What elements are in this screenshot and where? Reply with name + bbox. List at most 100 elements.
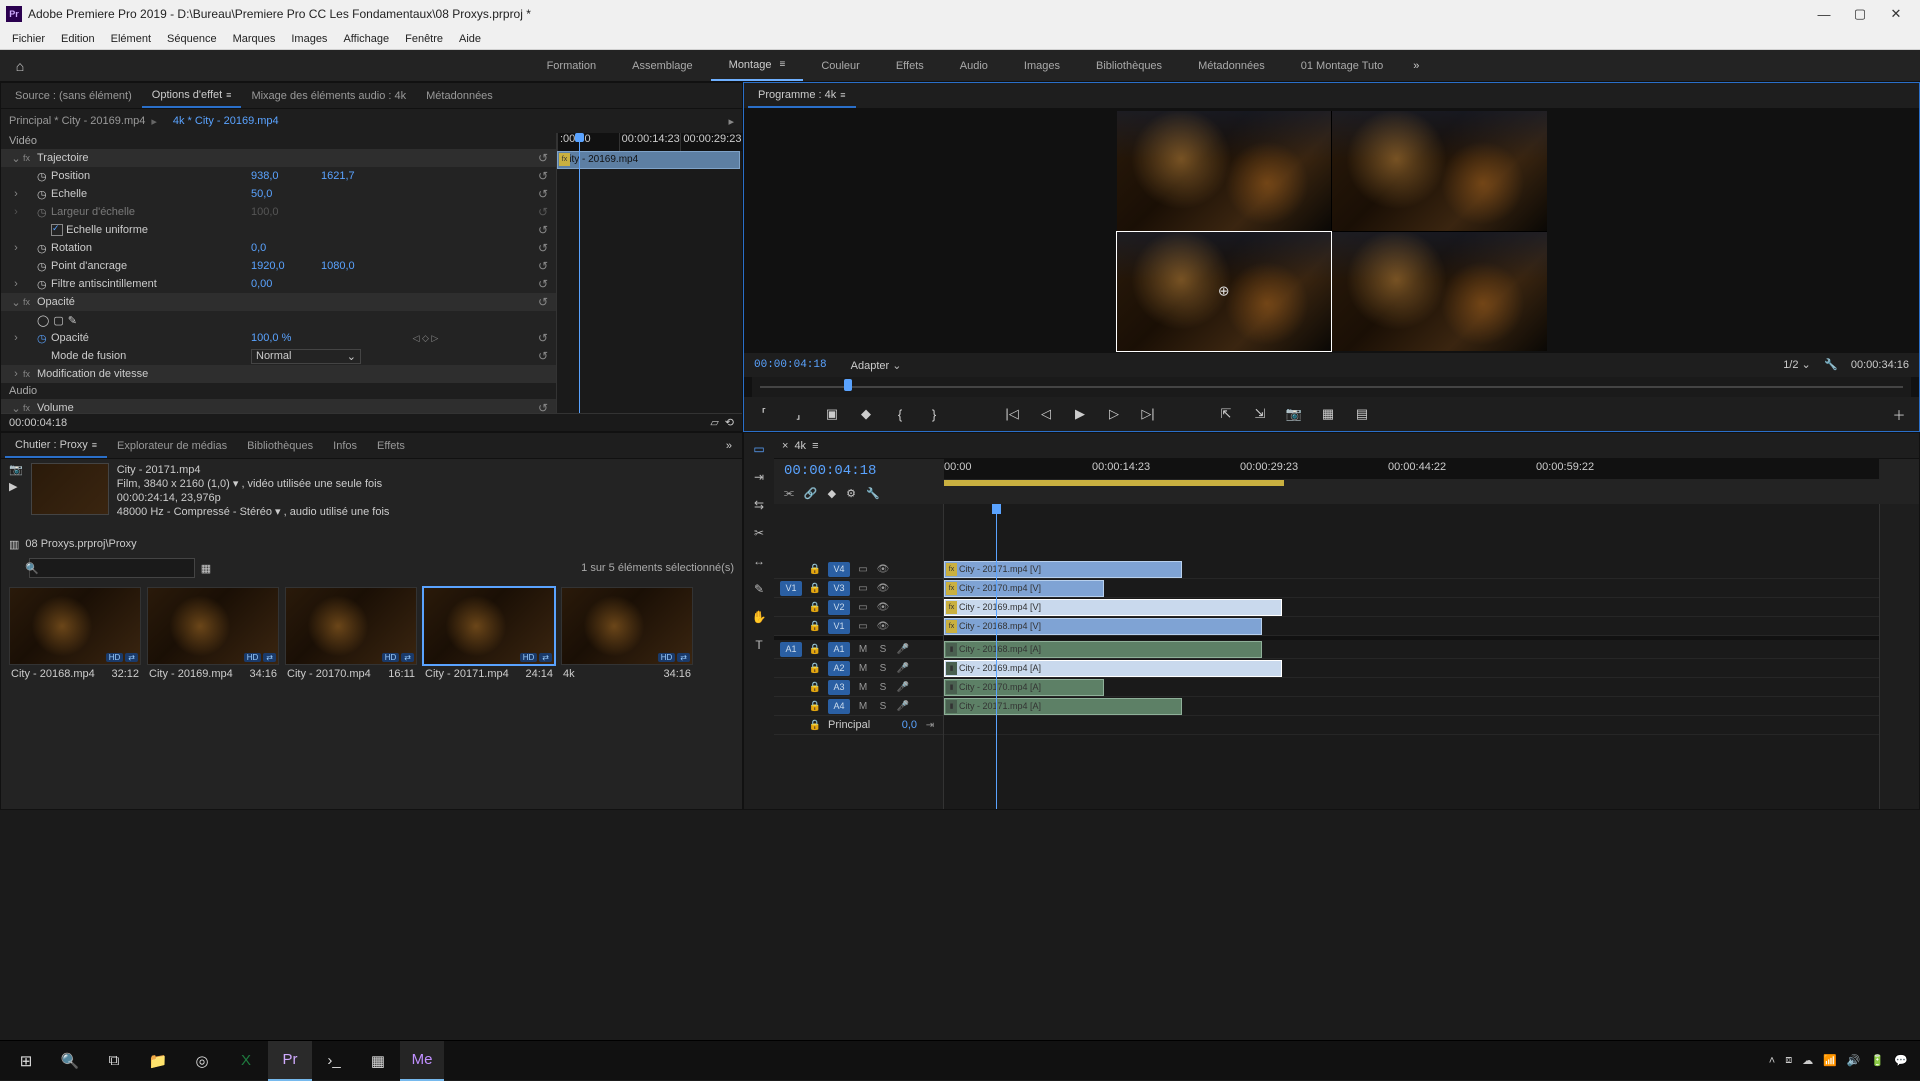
audio-clip[interactable]: City - 20171.mp4 [A] — [944, 698, 1182, 715]
go-to-in-button[interactable]: |◁ — [1002, 404, 1022, 424]
track-target-v4[interactable]: V4 — [828, 562, 850, 577]
source-patch-a1[interactable]: A1 — [780, 642, 802, 657]
reset-icon[interactable]: ↺ — [538, 241, 548, 255]
lock-icon[interactable]: 🔒 — [808, 701, 822, 712]
tab-program[interactable]: Programme : 4k≡ — [748, 83, 856, 108]
add-marker-button[interactable]: ▣ — [822, 404, 842, 424]
stopwatch-icon[interactable]: ◷ — [37, 242, 51, 255]
cloud-icon[interactable]: ☁ — [1802, 1054, 1813, 1067]
reset-icon[interactable]: ↺ — [538, 169, 548, 183]
selection-tool[interactable]: ▭ — [749, 439, 769, 459]
play-preview-icon[interactable]: ▶ — [9, 480, 23, 493]
reset-icon[interactable]: ↺ — [538, 151, 548, 165]
opacity-value[interactable]: 100,0 % — [251, 332, 321, 344]
search-button[interactable]: 🔍 — [48, 1041, 92, 1081]
lift-button[interactable]: ⇱ — [1216, 404, 1236, 424]
track-target-v2[interactable]: V2 — [828, 600, 850, 615]
ws-couleur[interactable]: Couleur — [803, 50, 878, 81]
ec-master-crumb[interactable]: Principal * City - 20169.mp4 — [9, 115, 145, 127]
media-encoder-button[interactable]: Me — [400, 1041, 444, 1081]
anchor-y[interactable]: 1080,0 — [321, 260, 391, 272]
linked-selection-icon[interactable]: 🔗 — [804, 487, 818, 500]
marker-icon[interactable]: ◆ — [856, 404, 876, 424]
project-item[interactable]: HD⇄City - 20168.mp432:12 — [9, 587, 141, 683]
comparison-button[interactable]: ▦ — [1318, 404, 1338, 424]
mark-in-button[interactable]: ⸢ — [754, 404, 774, 424]
tab-media-browser[interactable]: Explorateur de médias — [107, 433, 237, 458]
audio-clip[interactable]: City - 20169.mp4 [A] — [944, 660, 1282, 677]
reset-icon[interactable]: ↺ — [538, 331, 548, 345]
mic-icon[interactable]: 🎤 — [896, 644, 910, 655]
ec-playhead[interactable] — [579, 133, 580, 413]
timeline-tracks[interactable]: City - 20171.mp4 [V] City - 20170.mp4 [V]… — [944, 504, 1879, 809]
dropbox-icon[interactable]: ⧈ — [1785, 1054, 1792, 1067]
position-x[interactable]: 938,0 — [251, 170, 321, 182]
lock-icon[interactable]: 🔒 — [808, 564, 822, 575]
menu-aide[interactable]: Aide — [451, 28, 489, 49]
tab-info[interactable]: Infos — [323, 433, 367, 458]
powershell-button[interactable]: ›_ — [312, 1041, 356, 1081]
ec-section-volume[interactable]: ⌄fxVolume↺ — [1, 399, 556, 413]
track-target-a2[interactable]: A2 — [828, 661, 850, 676]
video-clip[interactable]: City - 20170.mp4 [V] — [944, 580, 1104, 597]
mute-icon[interactable]: ▭ — [856, 621, 870, 632]
reset-icon[interactable]: ↺ — [538, 223, 548, 237]
mic-icon[interactable]: 🎤 — [896, 663, 910, 674]
ripple-tool[interactable]: ⇆ — [749, 495, 769, 515]
menu-marques[interactable]: Marques — [225, 28, 284, 49]
excel-button[interactable]: X — [224, 1041, 268, 1081]
export-frame-button[interactable]: 📷 — [1284, 404, 1304, 424]
reset-icon[interactable]: ↺ — [538, 295, 548, 309]
eye-icon[interactable]: 👁 — [876, 602, 890, 613]
poster-frame-icon[interactable]: 📷 — [9, 463, 23, 476]
timeline-timecode[interactable]: 00:00:04:18 — [784, 463, 876, 479]
tab-metadata[interactable]: Métadonnées — [416, 83, 503, 108]
ws-bibliotheques[interactable]: Bibliothèques — [1078, 50, 1180, 81]
lock-icon[interactable]: 🔒 — [808, 663, 822, 674]
mark-out-button[interactable]: ⸥ — [788, 404, 808, 424]
menu-affichage[interactable]: Affichage — [335, 28, 397, 49]
stopwatch-icon[interactable]: ◷ — [37, 278, 51, 291]
flicker-value[interactable]: 0,00 — [251, 278, 321, 290]
lock-icon[interactable]: 🔒 — [808, 682, 822, 693]
bin-icon[interactable]: ▥ — [9, 538, 19, 551]
project-item[interactable]: HD⇄4k34:16 — [561, 587, 693, 683]
task-view-button[interactable]: ⧉ — [92, 1041, 136, 1081]
fit-select[interactable]: Adapter ⌄ — [851, 359, 902, 372]
hamburger-icon[interactable]: ≡ — [840, 90, 845, 100]
button-editor-add[interactable]: ＋ — [1889, 404, 1909, 424]
stopwatch-icon[interactable]: ◷ — [37, 170, 51, 183]
zoom-select[interactable]: 1/2 ⌄ — [1783, 359, 1811, 371]
step-forward-button[interactable]: ▷ — [1104, 404, 1124, 424]
reset-icon[interactable]: ↺ — [538, 187, 548, 201]
stopwatch-icon[interactable]: ◷ — [37, 332, 51, 345]
ws-assemblage[interactable]: Assemblage — [614, 50, 711, 81]
video-clip[interactable]: City - 20168.mp4 [V] — [944, 618, 1262, 635]
hamburger-icon[interactable]: ≡ — [779, 59, 785, 70]
close-button[interactable]: ✕ — [1878, 0, 1914, 28]
scale-value[interactable]: 50,0 — [251, 188, 321, 200]
volume-icon[interactable]: 🔊 — [1847, 1054, 1861, 1067]
type-tool[interactable]: T — [749, 635, 769, 655]
video-clip[interactable]: City - 20171.mp4 [V] — [944, 561, 1182, 578]
rect-mask-icon[interactable]: ▢ — [53, 314, 63, 327]
scrubber-head[interactable] — [844, 379, 852, 391]
ec-timecode[interactable]: 00:00:04:18 — [9, 417, 67, 429]
ws-overflow-button[interactable]: » — [1401, 60, 1431, 72]
project-item[interactable]: HD⇄City - 20170.mp416:11 — [285, 587, 417, 683]
snap-icon[interactable]: ⫘ — [784, 487, 794, 500]
track-target-v3[interactable]: V3 — [828, 581, 850, 596]
reset-icon[interactable]: ↺ — [538, 277, 548, 291]
search-input[interactable] — [29, 558, 195, 578]
slip-tool[interactable]: ↔ — [749, 551, 769, 571]
minimize-button[interactable]: — — [1806, 0, 1842, 28]
ws-effets[interactable]: Effets — [878, 50, 942, 81]
hamburger-icon[interactable]: ≡ — [226, 90, 231, 100]
tab-audio-mixer[interactable]: Mixage des éléments audio : 4k — [241, 83, 416, 108]
ellipse-mask-icon[interactable]: ◯ — [37, 314, 49, 327]
project-crumb[interactable]: 08 Proxys.prproj\Proxy — [25, 538, 136, 550]
lock-icon[interactable]: 🔒 — [808, 720, 822, 731]
menu-element[interactable]: Elément — [103, 28, 159, 49]
track-target-a1[interactable]: A1 — [828, 642, 850, 657]
pen-mask-icon[interactable]: ✎ — [68, 314, 77, 327]
